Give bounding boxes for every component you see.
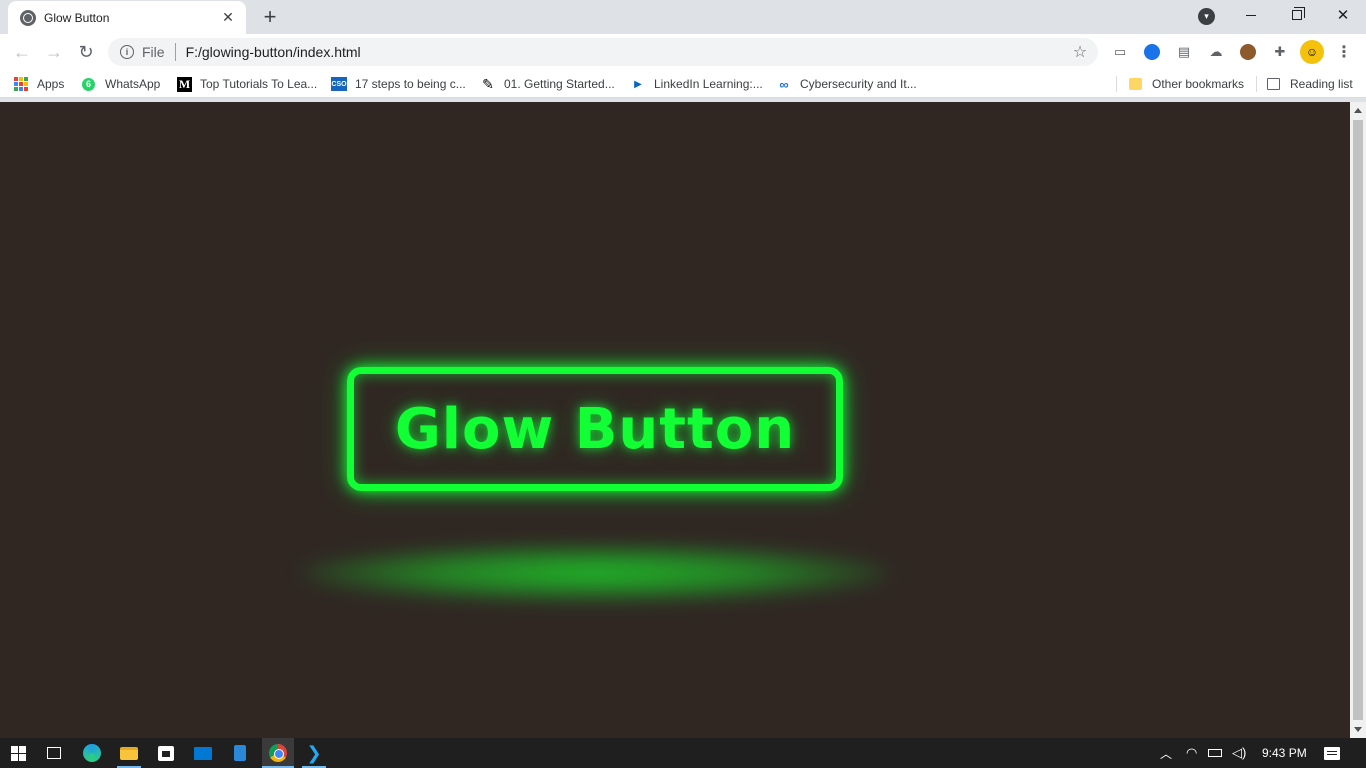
restore-icon xyxy=(1292,7,1305,20)
back-arrow-icon[interactable]: ← xyxy=(10,40,34,64)
minimize-button[interactable] xyxy=(1228,0,1274,30)
scroll-down-icon[interactable] xyxy=(1354,727,1362,732)
medium-icon: M xyxy=(177,76,192,92)
bookmark-cso[interactable]: CSO 17 steps to being c... xyxy=(331,70,466,98)
bookmark-cybersecurity[interactable]: ∞ Cybersecurity and It... xyxy=(776,70,917,98)
maximize-button[interactable] xyxy=(1274,0,1320,30)
bookmark-medium[interactable]: M Top Tutorials To Lea... xyxy=(177,70,317,98)
cloud-extension-icon[interactable]: ☁ xyxy=(1206,42,1226,62)
bookmark-label: Reading list xyxy=(1290,77,1353,91)
bookmark-label: Other bookmarks xyxy=(1152,77,1245,91)
new-tab-button[interactable]: + xyxy=(258,5,282,29)
bookmarks-divider xyxy=(1116,76,1117,92)
edge-icon xyxy=(83,744,101,762)
clock[interactable]: 9:43 PM xyxy=(1262,738,1307,768)
tab-title: Glow Button xyxy=(44,10,110,25)
document-icon xyxy=(234,745,246,761)
volume-icon[interactable]: ◁) xyxy=(1232,738,1246,768)
vscode-taskbar-button[interactable]: ❯ xyxy=(302,741,326,765)
bookmark-label: WhatsApp xyxy=(105,77,161,91)
cookie-extension-icon[interactable] xyxy=(1238,42,1258,62)
bookmark-label: Top Tutorials To Lea... xyxy=(200,77,318,91)
clipboard-extension-icon[interactable]: ▤ xyxy=(1174,42,1194,62)
bookmarks-divider xyxy=(1256,76,1257,92)
page-viewport: Glow Button xyxy=(0,102,1350,738)
tab-search-icon[interactable]: ▾ xyxy=(1198,8,1215,25)
scroll-up-icon[interactable] xyxy=(1354,108,1362,113)
cso-icon: CSO xyxy=(331,77,347,91)
info-icon[interactable]: i xyxy=(120,45,134,59)
bookmark-other[interactable]: Other bookmarks xyxy=(1129,70,1244,98)
windows-logo-icon xyxy=(10,745,26,761)
task-view-button[interactable] xyxy=(42,741,66,765)
vertical-scrollbar[interactable] xyxy=(1350,102,1366,738)
docs-button[interactable] xyxy=(228,741,252,765)
edge-taskbar-button[interactable] xyxy=(80,741,104,765)
chrome-taskbar-button[interactable] xyxy=(262,738,294,768)
file-explorer-icon xyxy=(120,746,138,760)
file-explorer-button[interactable] xyxy=(117,741,141,765)
store-button[interactable] xyxy=(154,741,178,765)
address-separator xyxy=(174,43,176,61)
profile-avatar[interactable]: ☺ xyxy=(1300,40,1324,64)
mail-button[interactable] xyxy=(191,741,215,765)
bookmark-apps[interactable]: Apps xyxy=(14,70,64,98)
store-icon xyxy=(158,745,174,761)
glow-button[interactable]: Glow Button xyxy=(347,367,843,491)
start-button[interactable] xyxy=(6,741,30,765)
close-tab-icon[interactable]: ✕ xyxy=(220,9,236,26)
bookmark-getting-started[interactable]: ✎ 01. Getting Started... xyxy=(480,70,615,98)
address-bar[interactable]: i File F:/glowing-button/index.html ☆ xyxy=(108,38,1098,66)
bookmark-label: 01. Getting Started... xyxy=(504,77,615,91)
bookmark-label: LinkedIn Learning:... xyxy=(654,77,763,91)
reading-list-icon xyxy=(1267,78,1280,90)
whatsapp-icon: 6 xyxy=(82,77,95,91)
tool-icon: ✎ xyxy=(482,75,494,92)
close-window-button[interactable]: ✕ xyxy=(1320,0,1366,30)
browser-toolbar: ← → ↻ i File F:/glowing-button/index.htm… xyxy=(0,34,1366,70)
chrome-icon xyxy=(269,744,287,762)
minimize-icon xyxy=(1246,14,1256,16)
tab-strip: Glow Button ✕ + ▾ ✕ xyxy=(0,0,1366,34)
reload-icon[interactable]: ↻ xyxy=(74,40,98,64)
bookmark-label: Cybersecurity and It... xyxy=(800,77,917,91)
cast-extension-icon[interactable]: ▭ xyxy=(1110,42,1130,62)
globe-icon xyxy=(20,9,36,26)
mail-icon xyxy=(194,746,212,760)
battery-icon[interactable] xyxy=(1208,738,1222,768)
bookmarks-bar: Apps 6 WhatsApp M Top Tutorials To Lea..… xyxy=(0,70,1366,98)
bookmark-label: 17 steps to being c... xyxy=(355,77,466,91)
glow-button-label: Glow Button xyxy=(394,396,796,462)
bookmark-label: Apps xyxy=(37,77,65,91)
scheme-label: File xyxy=(142,44,165,60)
windows-taskbar: ❯ ︿ ◠ ◁) 9:43 PM xyxy=(0,738,1366,768)
bookmark-whatsapp[interactable]: 6 WhatsApp xyxy=(82,70,160,98)
linkedin-learning-icon: ▶ xyxy=(634,78,642,90)
forward-arrow-icon[interactable]: → xyxy=(42,40,66,64)
kebab-menu-icon[interactable]: ⋮ xyxy=(1334,42,1354,62)
scroll-thumb[interactable] xyxy=(1353,120,1363,720)
vscode-icon: ❯ xyxy=(306,742,322,763)
active-tab[interactable]: Glow Button ✕ xyxy=(8,1,246,34)
reading-list[interactable]: Reading list xyxy=(1267,70,1353,98)
blue-extension-icon[interactable] xyxy=(1142,42,1162,62)
wifi-icon[interactable]: ◠ xyxy=(1186,738,1197,768)
url-text[interactable]: F:/glowing-button/index.html xyxy=(186,44,1070,60)
glow-reflection xyxy=(300,544,890,602)
notification-icon xyxy=(1324,746,1340,760)
star-icon[interactable]: ☆ xyxy=(1070,42,1090,62)
task-view-icon xyxy=(47,747,61,759)
puzzle-extensions-icon[interactable]: ✚ xyxy=(1270,42,1290,62)
apps-grid-icon xyxy=(14,77,28,91)
link-icon: ∞ xyxy=(779,76,789,92)
folder-icon xyxy=(1129,78,1142,90)
chevron-up-icon[interactable]: ︿ xyxy=(1160,738,1172,768)
notification-center-button[interactable] xyxy=(1324,738,1340,768)
bookmark-linkedin[interactable]: ▶ LinkedIn Learning:... xyxy=(630,70,763,98)
